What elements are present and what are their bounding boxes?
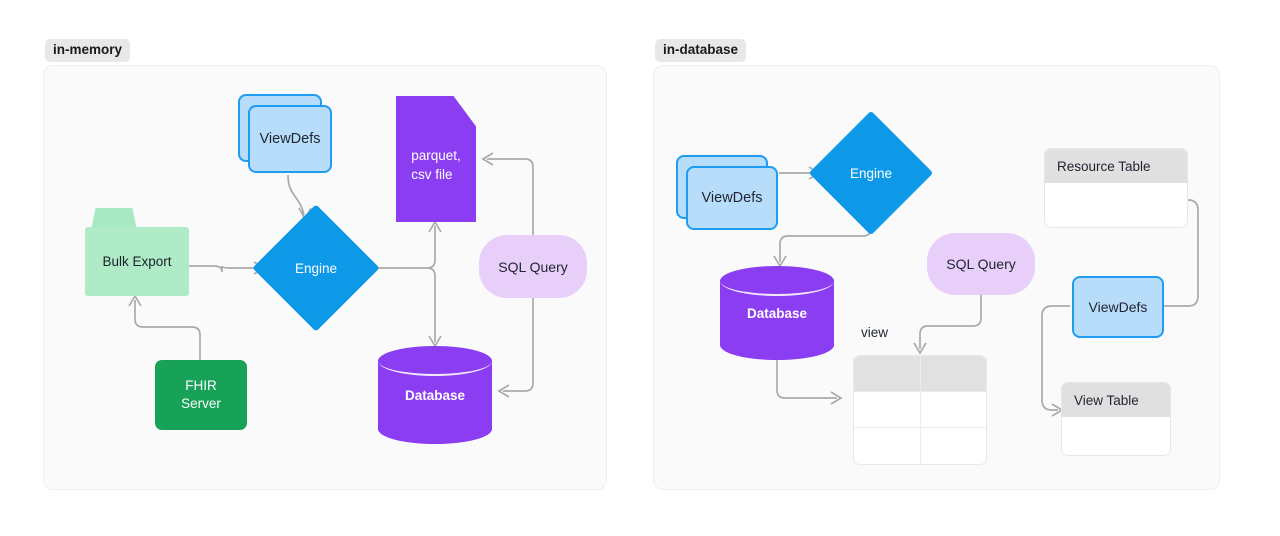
diagram-canvas: in-memory ViewDefs Bulk Export FHIR Serv… xyxy=(0,0,1280,536)
file-label-line1: parquet, xyxy=(411,148,461,164)
fhir-server-label-line2: Server xyxy=(181,396,221,411)
viewdefs-stack-in-memory[interactable]: ViewDefs xyxy=(238,94,334,176)
grid-cell xyxy=(921,428,987,464)
file-label-line2: csv file xyxy=(411,167,453,182)
view-table-header: View Table xyxy=(1062,383,1170,417)
view-grid-table[interactable] xyxy=(853,355,987,465)
viewdefs-node-right[interactable]: ViewDefs xyxy=(1072,276,1164,338)
bulk-export-folder[interactable]: Bulk Export xyxy=(85,208,189,296)
parquet-csv-file-label: parquet, csv file xyxy=(396,96,476,222)
bulk-export-label: Bulk Export xyxy=(85,227,189,296)
resource-table-body xyxy=(1045,183,1187,227)
parquet-csv-file-node[interactable]: parquet, csv file xyxy=(396,96,476,222)
engine-diamond-in-memory[interactable]: Engine xyxy=(252,204,380,332)
fhir-server-label-line1: FHIR xyxy=(185,377,217,393)
database-label: Database xyxy=(746,305,808,321)
engine-label: Engine xyxy=(294,260,338,276)
sql-query-label: SQL Query xyxy=(946,256,1016,272)
view-table-card[interactable]: View Table xyxy=(1061,382,1171,456)
fhir-server-node[interactable]: FHIR Server xyxy=(155,360,247,430)
grid-cell xyxy=(920,356,986,392)
viewdefs-stack-in-database[interactable]: ViewDefs xyxy=(676,155,781,241)
engine-diamond-in-database[interactable]: Engine xyxy=(808,110,934,236)
fhir-server-label: FHIR Server xyxy=(181,377,221,413)
panel-label-in-memory: in-memory xyxy=(45,39,131,62)
viewdefs-label: ViewDefs xyxy=(1088,299,1148,315)
table-row xyxy=(854,392,986,428)
view-caption: view xyxy=(861,325,889,340)
view-table-body xyxy=(1062,417,1170,455)
sql-query-node-in-memory[interactable]: SQL Query xyxy=(479,235,587,298)
viewdefs-label: ViewDefs xyxy=(701,190,763,206)
grid-cell xyxy=(854,356,921,392)
database-cylinder-in-database[interactable]: Database xyxy=(720,266,834,360)
grid-cell xyxy=(854,428,921,464)
panel-label-in-database: in-database xyxy=(655,39,747,62)
database-cylinder-in-memory[interactable]: Database xyxy=(378,346,492,444)
resource-table-header: Resource Table xyxy=(1045,149,1187,183)
grid-cell xyxy=(854,392,921,428)
grid-header-row xyxy=(854,356,986,392)
viewdefs-label: ViewDefs xyxy=(259,131,321,147)
grid-cell xyxy=(920,392,986,428)
database-label: Database xyxy=(404,387,466,403)
engine-label: Engine xyxy=(849,165,893,181)
sql-query-label: SQL Query xyxy=(498,258,568,275)
sql-query-node-in-database[interactable]: SQL Query xyxy=(927,233,1035,295)
resource-table-card[interactable]: Resource Table xyxy=(1044,148,1188,228)
table-row xyxy=(854,428,986,464)
